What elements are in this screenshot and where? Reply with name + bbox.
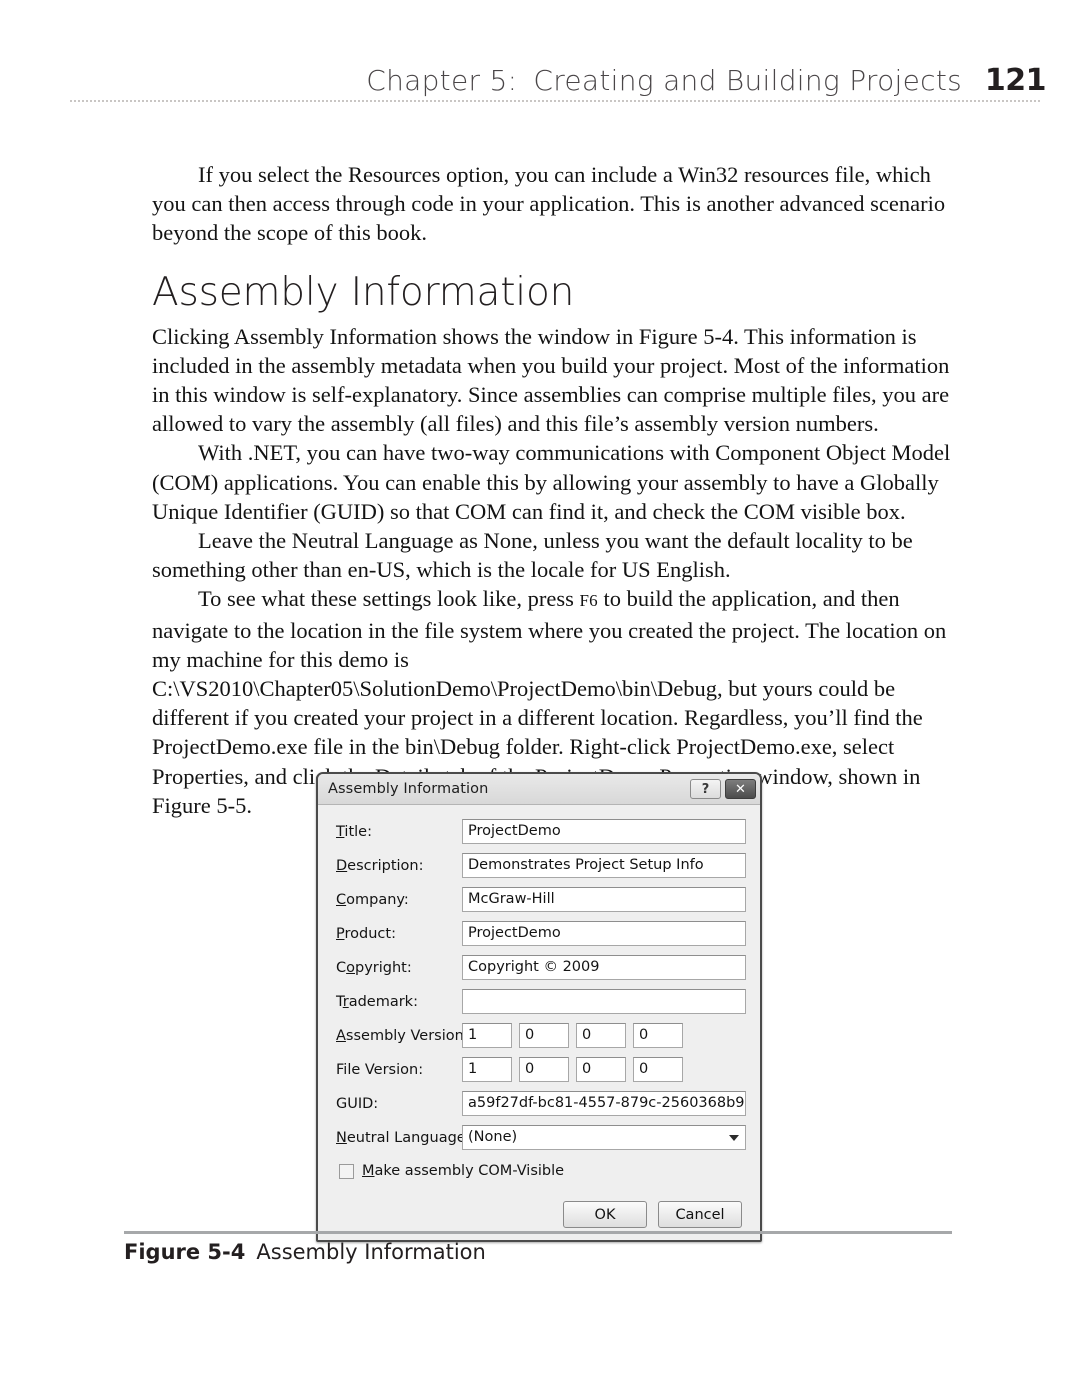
field-row-assembly-version: Assembly Version: 1 0 0 0 — [336, 1023, 746, 1048]
assembly-version-minor-input[interactable]: 0 — [519, 1023, 569, 1048]
assembly-version-revision-input[interactable]: 0 — [633, 1023, 683, 1048]
help-icon[interactable]: ? — [690, 779, 721, 799]
keyboard-key-f6: F6 — [579, 591, 598, 611]
paragraph-dotnet-com: With .NET, you can have two-way communic… — [152, 440, 951, 524]
figure-assembly-information: Assembly Information ? ✕ Title: ProjectD… — [316, 772, 764, 1242]
company-label-accel: C — [336, 891, 347, 908]
guid-input[interactable]: a59f27df-bc81-4557-879c-2560368b93e4 — [462, 1091, 746, 1116]
field-row-neutral-language: Neutral Language: (None) — [336, 1125, 746, 1150]
title-input[interactable]: ProjectDemo — [462, 819, 746, 844]
neutral-language-value: (None) — [468, 1129, 518, 1145]
field-row-guid: GUID: a59f27df-bc81-4557-879c-2560368b93… — [336, 1091, 746, 1116]
copyright-label-accel: o — [346, 959, 355, 976]
field-row-description: Description: Demonstrates Project Setup … — [336, 853, 746, 878]
title-label: Title: — [336, 824, 462, 840]
description-label: Description: — [336, 858, 462, 874]
assembly-version-label-accel: A — [336, 1027, 346, 1044]
caption-rule — [124, 1231, 952, 1234]
figure-caption-text: Assembly Information — [256, 1240, 486, 1264]
field-row-product: Product: ProjectDemo — [336, 921, 746, 946]
product-input[interactable]: ProjectDemo — [462, 921, 746, 946]
file-version-label: File Version: — [336, 1061, 424, 1078]
trademark-label-rest: ademark: — [348, 993, 418, 1010]
product-label-accel: P — [336, 925, 345, 942]
page-number: 121 — [976, 62, 1054, 100]
dialog-body: Title: ProjectDemo Description: Demonstr… — [318, 805, 760, 1240]
paragraph-build-text-before: To see what these settings look like, pr… — [198, 586, 580, 612]
trademark-label: Trademark: — [336, 994, 462, 1010]
running-head: Chapter 5: Creating and Building Projects… — [0, 62, 1080, 112]
company-label-rest: ompany: — [346, 891, 409, 908]
dialog-button-row: OK Cancel — [336, 1201, 746, 1228]
field-row-file-version: File Version: 1 0 0 0 — [336, 1057, 746, 1082]
paragraph-clicking-assembly-information: Clicking Assembly Information shows the … — [152, 323, 950, 437]
company-input[interactable]: McGraw-Hill — [462, 887, 746, 912]
assembly-version-major-input[interactable]: 1 — [462, 1023, 512, 1048]
assembly-version-build-input[interactable]: 0 — [576, 1023, 626, 1048]
file-version-build-input[interactable]: 0 — [576, 1057, 626, 1082]
neutral-language-label-accel: N — [336, 1129, 347, 1146]
product-label-rest: roduct: — [344, 925, 396, 942]
running-head-dotted-rule — [70, 100, 1040, 102]
trademark-input[interactable] — [462, 989, 746, 1014]
copyright-label-pre: C — [336, 959, 347, 976]
close-icon[interactable]: ✕ — [725, 779, 756, 799]
title-label-rest: itle: — [344, 823, 372, 840]
paragraph-neutral-language: Leave the Neutral Language as None, unle… — [152, 528, 913, 583]
file-version-revision-input[interactable]: 0 — [633, 1057, 683, 1082]
figure-caption: Figure 5-4 Assembly Information — [124, 1240, 486, 1264]
paragraph-resources-option: If you select the Resources option, you … — [152, 162, 946, 246]
description-label-accel: D — [336, 857, 348, 874]
neutral-language-label-rest: eutral Language: — [346, 1129, 471, 1146]
assembly-version-label: Assembly Version: — [336, 1027, 469, 1044]
chapter-title: Creating and Building Projects — [533, 64, 962, 97]
company-label: Company: — [336, 892, 462, 908]
guid-label: GUID: — [336, 1095, 379, 1112]
file-version-major-input[interactable]: 1 — [462, 1057, 512, 1082]
page-content: If you select the Resources option, you … — [152, 160, 952, 820]
product-label: Product: — [336, 926, 462, 942]
field-row-company: Company: McGraw-Hill — [336, 887, 746, 912]
dialog-title: Assembly Information — [328, 781, 489, 797]
file-version-minor-input[interactable]: 0 — [519, 1057, 569, 1082]
com-visible-label-accel: M — [362, 1163, 375, 1179]
field-row-title: Title: ProjectDemo — [336, 819, 746, 844]
copyright-label-rest: pyright: — [355, 959, 412, 976]
copyright-label: Copyright: — [336, 960, 462, 976]
description-label-rest: escription: — [347, 857, 424, 874]
com-visible-label: Make assembly COM-Visible — [362, 1163, 564, 1179]
chevron-down-icon — [729, 1135, 739, 1141]
chapter-label: Chapter 5: — [366, 64, 518, 97]
com-visible-label-rest: ake assembly COM-Visible — [374, 1163, 565, 1179]
assembly-information-dialog: Assembly Information ? ✕ Title: ProjectD… — [316, 772, 762, 1242]
trademark-label-pre: T — [336, 993, 343, 1010]
com-visible-checkbox[interactable] — [339, 1163, 354, 1179]
running-head-title: Chapter 5: Creating and Building Projects — [354, 62, 972, 100]
field-row-trademark: Trademark: — [336, 989, 746, 1014]
assembly-version-label-rest: ssembly Version: — [345, 1027, 469, 1044]
neutral-language-label: Neutral Language: — [336, 1129, 471, 1146]
figure-caption-label: Figure 5-4 — [124, 1240, 246, 1264]
section-heading-assembly-information: Assembly Information — [152, 269, 575, 315]
description-input[interactable]: Demonstrates Project Setup Info — [462, 853, 746, 878]
copyright-input[interactable]: Copyright © 2009 — [462, 955, 746, 980]
neutral-language-select[interactable]: (None) — [462, 1125, 746, 1150]
com-visible-row[interactable]: Make assembly COM-Visible — [339, 1161, 746, 1181]
ok-button[interactable]: OK — [563, 1201, 647, 1228]
dialog-titlebar[interactable]: Assembly Information ? ✕ — [318, 774, 760, 805]
cancel-button[interactable]: Cancel — [658, 1201, 742, 1228]
field-row-copyright: Copyright: Copyright © 2009 — [336, 955, 746, 980]
